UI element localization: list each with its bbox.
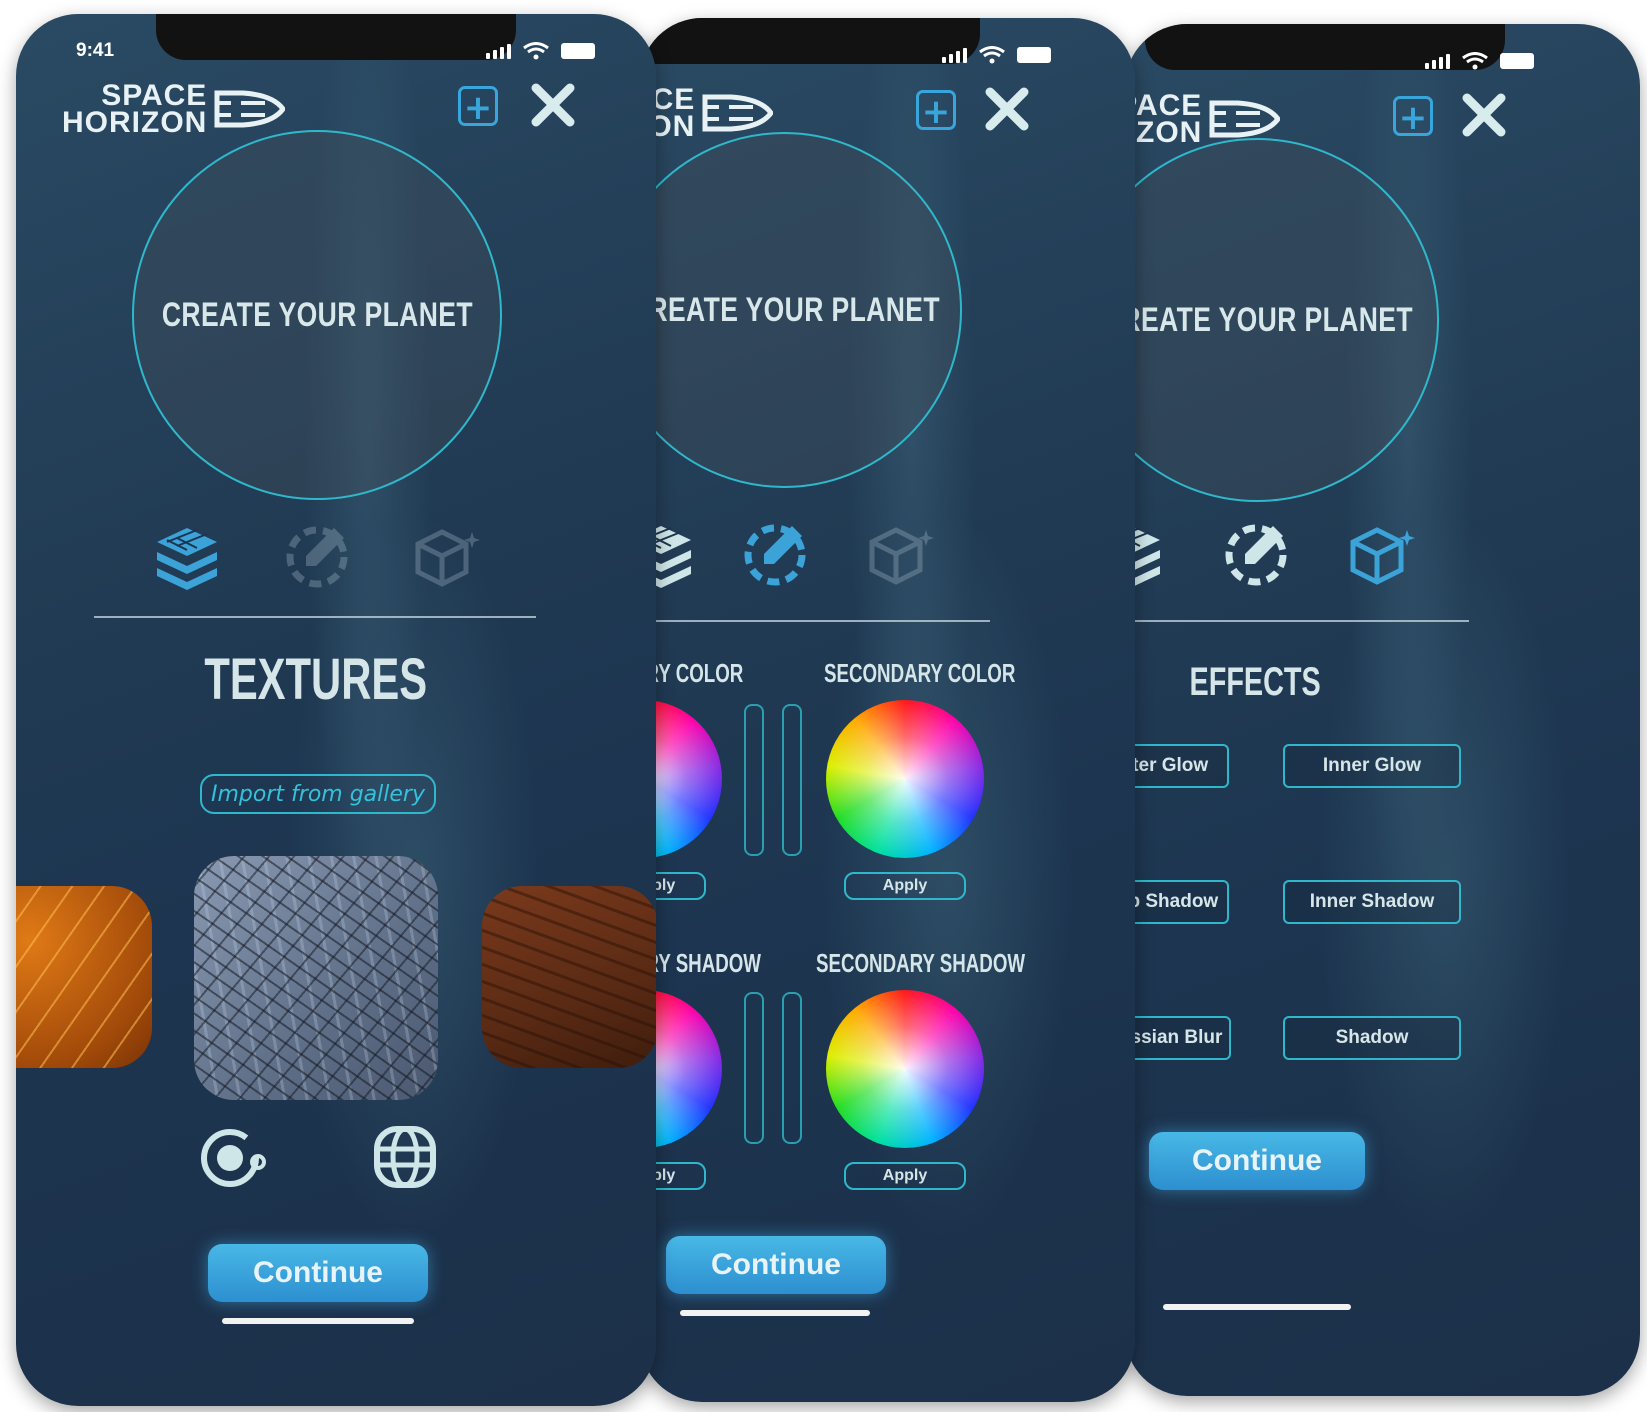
- wifi-icon: [1462, 52, 1488, 70]
- close-button[interactable]: [1459, 90, 1509, 140]
- divider: [640, 620, 990, 622]
- effects-cube-icon[interactable]: [1347, 520, 1417, 590]
- plus-icon: +: [921, 92, 951, 132]
- divider: [94, 616, 536, 618]
- section-title: TEXTURES: [204, 647, 428, 712]
- status-icons: [942, 46, 1051, 64]
- inner-glow-button[interactable]: Inner Glow: [1283, 744, 1461, 788]
- status-time: 9:41: [76, 40, 115, 61]
- close-button[interactable]: [528, 80, 578, 130]
- signal-icon: [1425, 53, 1450, 69]
- phone-screen-colors: SPACE HORIZON + CREATE YOUR PLANET ARY C…: [640, 18, 1135, 1402]
- secondary-shadow-label: SECONDARY SHADOW: [816, 948, 1026, 978]
- orbit-icon[interactable]: [198, 1122, 268, 1192]
- continue-button[interactable]: Continue: [208, 1244, 428, 1302]
- texture-option[interactable]: [482, 886, 656, 1068]
- battery-icon: [1017, 47, 1051, 63]
- plus-icon: +: [463, 88, 493, 128]
- status-icons: [486, 42, 595, 60]
- phone-screen-textures: 9:41 SPACE HORIZON + CREATE YOUR PLANET: [16, 14, 656, 1406]
- primary-color-label: ARY COLOR: [640, 658, 744, 688]
- effects-cube-icon[interactable]: [866, 520, 936, 590]
- phone-screen-effects: SPACE HORIZON + CREATE YOUR PLANET EFFEC…: [1125, 24, 1640, 1396]
- notch: [156, 14, 516, 60]
- planet-preview[interactable]: CREATE YOUR PLANET: [132, 130, 502, 500]
- primary-brightness-slider[interactable]: [744, 704, 764, 856]
- primary-shadow-label: ARY SHADOW: [640, 948, 761, 978]
- home-indicator[interactable]: [1163, 1304, 1351, 1310]
- planet-preview[interactable]: CREATE YOUR PLANET: [1125, 138, 1439, 502]
- secondary-shadow-slider[interactable]: [782, 992, 802, 1144]
- texture-option-selected[interactable]: [194, 856, 438, 1100]
- home-indicator[interactable]: [680, 1310, 870, 1316]
- secondary-shadow-wheel[interactable]: [826, 990, 984, 1148]
- continue-button[interactable]: Continue: [1149, 1132, 1365, 1190]
- effects-cube-icon[interactable]: [412, 522, 482, 592]
- continue-button[interactable]: Continue: [666, 1236, 886, 1294]
- signal-icon: [486, 43, 511, 59]
- space-horizon-logo: SPACE HORIZON: [640, 85, 774, 142]
- add-button[interactable]: +: [916, 90, 956, 132]
- add-button[interactable]: +: [458, 86, 498, 128]
- planet-preview[interactable]: CREATE YOUR PLANET: [640, 132, 962, 488]
- secondary-brightness-slider[interactable]: [782, 704, 802, 856]
- wifi-icon: [979, 46, 1005, 64]
- shadow-button[interactable]: Shadow: [1283, 1016, 1461, 1060]
- apply-secondary-shadow-button[interactable]: Apply: [844, 1162, 966, 1190]
- battery-icon: [561, 43, 595, 59]
- close-button[interactable]: [982, 84, 1032, 134]
- color-picker-icon[interactable]: [740, 518, 810, 588]
- notch: [640, 18, 980, 64]
- apply-secondary-color-button[interactable]: Apply: [844, 872, 966, 900]
- planet-prompt: CREATE YOUR PLANET: [1125, 300, 1413, 339]
- drop-shadow-button[interactable]: Drop Shadow: [1125, 880, 1229, 924]
- rocket-logo-icon: [214, 90, 286, 128]
- secondary-color-label: SECONDARY COLOR: [824, 658, 1016, 688]
- secondary-color-wheel[interactable]: [826, 700, 984, 858]
- space-horizon-logo: SPACE HORIZON: [62, 81, 286, 138]
- primary-shadow-slider[interactable]: [744, 992, 764, 1144]
- planet-prompt: CREATE YOUR PLANET: [161, 295, 473, 334]
- divider: [1125, 620, 1469, 622]
- planet-prompt: CREATE YOUR PLANET: [640, 290, 940, 329]
- battery-icon: [1500, 53, 1534, 69]
- rocket-logo-icon: [702, 94, 774, 132]
- color-picker-icon[interactable]: [282, 520, 352, 590]
- plus-icon: +: [1398, 98, 1428, 138]
- section-title: EFFECTS: [1189, 660, 1321, 704]
- rocket-logo-icon: [1209, 100, 1281, 138]
- wifi-icon: [523, 42, 549, 60]
- textures-icon[interactable]: [152, 522, 222, 592]
- globe-icon[interactable]: [370, 1122, 440, 1192]
- texture-option[interactable]: [16, 886, 152, 1068]
- status-icons: [1425, 52, 1534, 70]
- import-from-gallery-button[interactable]: Import from gallery: [200, 774, 436, 814]
- color-picker-icon[interactable]: [1221, 518, 1291, 588]
- signal-icon: [942, 47, 967, 63]
- outer-glow-button[interactable]: Outer Glow: [1125, 744, 1229, 788]
- home-indicator[interactable]: [222, 1318, 414, 1324]
- gaussian-blur-button[interactable]: Gaussian Blur: [1125, 1016, 1231, 1060]
- inner-shadow-button[interactable]: Inner Shadow: [1283, 880, 1461, 924]
- add-button[interactable]: +: [1393, 96, 1433, 138]
